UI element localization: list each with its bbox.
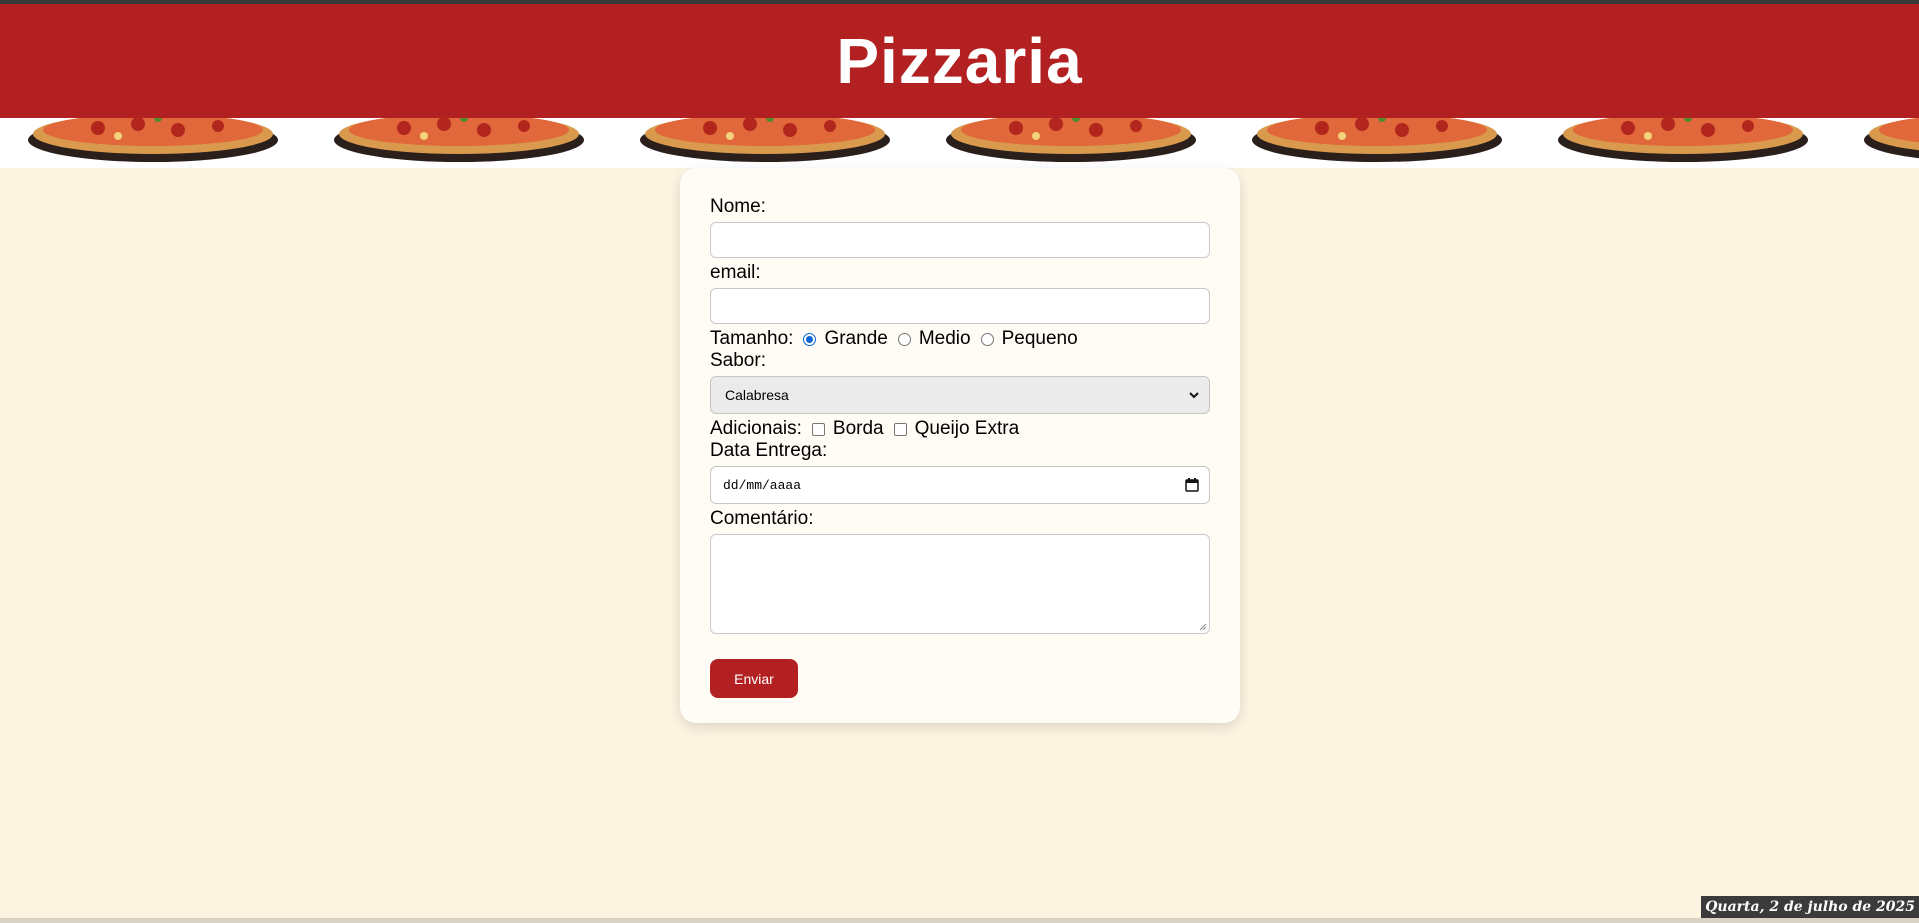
checkbox-borda-label: Borda bbox=[832, 418, 884, 439]
nome-label: Nome: bbox=[710, 196, 766, 217]
calendar-icon[interactable] bbox=[1185, 478, 1199, 492]
radio-medio[interactable] bbox=[897, 332, 911, 346]
pizza-image bbox=[1864, 118, 1919, 159]
pizza-image bbox=[28, 118, 278, 162]
site-title: Pizzaria bbox=[836, 25, 1083, 97]
site-header: Pizzaria bbox=[0, 4, 1919, 118]
radio-grande[interactable] bbox=[803, 332, 817, 346]
order-form: Nome: email: Tamanho: Grande Medio Peque… bbox=[680, 168, 1240, 723]
email-input[interactable] bbox=[710, 288, 1210, 324]
email-label: email: bbox=[710, 262, 761, 283]
date-placeholder: dd/mm/aaaa bbox=[723, 477, 802, 493]
tamanho-group: Tamanho: Grande Medio Pequeno bbox=[710, 328, 1210, 350]
pizza-image bbox=[334, 118, 584, 162]
pizza-banner bbox=[0, 118, 1919, 168]
submit-button[interactable]: Enviar bbox=[710, 659, 798, 698]
current-date: Quarta, 2 de julho de 2025 bbox=[1701, 896, 1919, 918]
data-entrega-label: Data Entrega: bbox=[710, 440, 828, 461]
checkbox-queijo-extra[interactable] bbox=[893, 422, 907, 436]
radio-pequeno[interactable] bbox=[980, 332, 994, 346]
pizza-image bbox=[1252, 118, 1502, 162]
radio-grande-label: Grande bbox=[824, 328, 888, 349]
resize-grip-icon[interactable] bbox=[1197, 621, 1207, 631]
radio-medio-label: Medio bbox=[918, 328, 971, 349]
checkbox-queijo-extra-label: Queijo Extra bbox=[914, 418, 1020, 439]
adicionais-group: Adicionais: Borda Queijo Extra bbox=[710, 418, 1210, 440]
comentario-textarea[interactable] bbox=[710, 534, 1210, 634]
pizza-image bbox=[640, 118, 890, 162]
sabor-selected-value: Calabresa bbox=[725, 387, 789, 403]
footer-bar bbox=[0, 918, 1919, 923]
comentario-label: Comentário: bbox=[710, 508, 814, 529]
data-entrega-input[interactable]: dd/mm/aaaa bbox=[710, 466, 1210, 504]
sabor-select[interactable]: Calabresa bbox=[710, 376, 1210, 414]
sabor-label: Sabor: bbox=[710, 350, 766, 371]
pizza-image bbox=[946, 118, 1196, 162]
pizza-image bbox=[1558, 118, 1808, 162]
chevron-down-icon bbox=[1189, 392, 1199, 399]
checkbox-borda[interactable] bbox=[811, 422, 825, 436]
radio-pequeno-label: Pequeno bbox=[1001, 328, 1078, 349]
adicionais-label: Adicionais: bbox=[710, 418, 802, 439]
tamanho-label: Tamanho: bbox=[710, 328, 794, 349]
nome-input[interactable] bbox=[710, 222, 1210, 258]
